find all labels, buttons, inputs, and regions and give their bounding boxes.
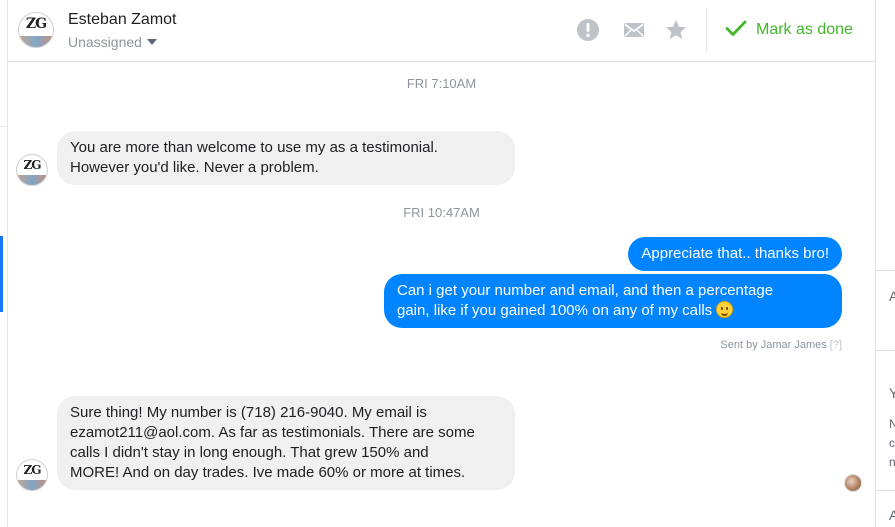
active-conversation-indicator: [0, 236, 3, 312]
alert-icon[interactable]: [576, 18, 600, 42]
message-bubble-incoming[interactable]: You are more than welcome to use my as a…: [57, 131, 515, 185]
seen-receipt-avatar: [844, 474, 862, 492]
sender-avatar[interactable]: ZG: [16, 154, 48, 186]
checkmark-icon: [724, 16, 748, 45]
star-icon[interactable]: [664, 18, 688, 42]
timestamp: FRI 10:47AM: [403, 205, 480, 220]
conversation-list-edge: [0, 0, 8, 527]
mail-icon[interactable]: [622, 18, 646, 42]
divider: [0, 126, 8, 127]
contact-name[interactable]: Esteban Zamot: [68, 11, 177, 29]
sent-by-help-link[interactable]: [?]: [830, 339, 842, 351]
sender-avatar[interactable]: ZG: [16, 459, 48, 491]
avatar-initials: ZG: [25, 16, 47, 32]
message-bubble-incoming[interactable]: Sure thing! My number is (718) 216-9040.…: [57, 396, 515, 490]
details-panel: A Y N c n A: [875, 0, 895, 527]
contact-avatar[interactable]: ZG: [18, 12, 54, 48]
conversation-header: ZG Esteban Zamot Unassigned Mark as done: [8, 0, 875, 62]
header-separator: [706, 8, 707, 52]
sent-by-label: Sent by Jamar James [?]: [720, 339, 842, 351]
timestamp: FRI 7:10AM: [406, 76, 477, 91]
message-bubble-outgoing[interactable]: Appreciate that.. thanks bro!: [628, 237, 842, 271]
assign-dropdown[interactable]: Unassigned: [68, 34, 157, 50]
caret-down-icon: [146, 39, 157, 45]
message-bubble-outgoing[interactable]: Can i get your number and email, and the…: [384, 274, 842, 328]
message-thread: FRI 7:10AM ZG You are more than welcome …: [8, 62, 875, 527]
assign-label: Unassigned: [68, 34, 142, 50]
mark-as-done-label: Mark as done: [756, 21, 853, 38]
mark-as-done-button[interactable]: Mark as done: [724, 16, 853, 44]
smiley-emoji-icon: [716, 301, 734, 318]
